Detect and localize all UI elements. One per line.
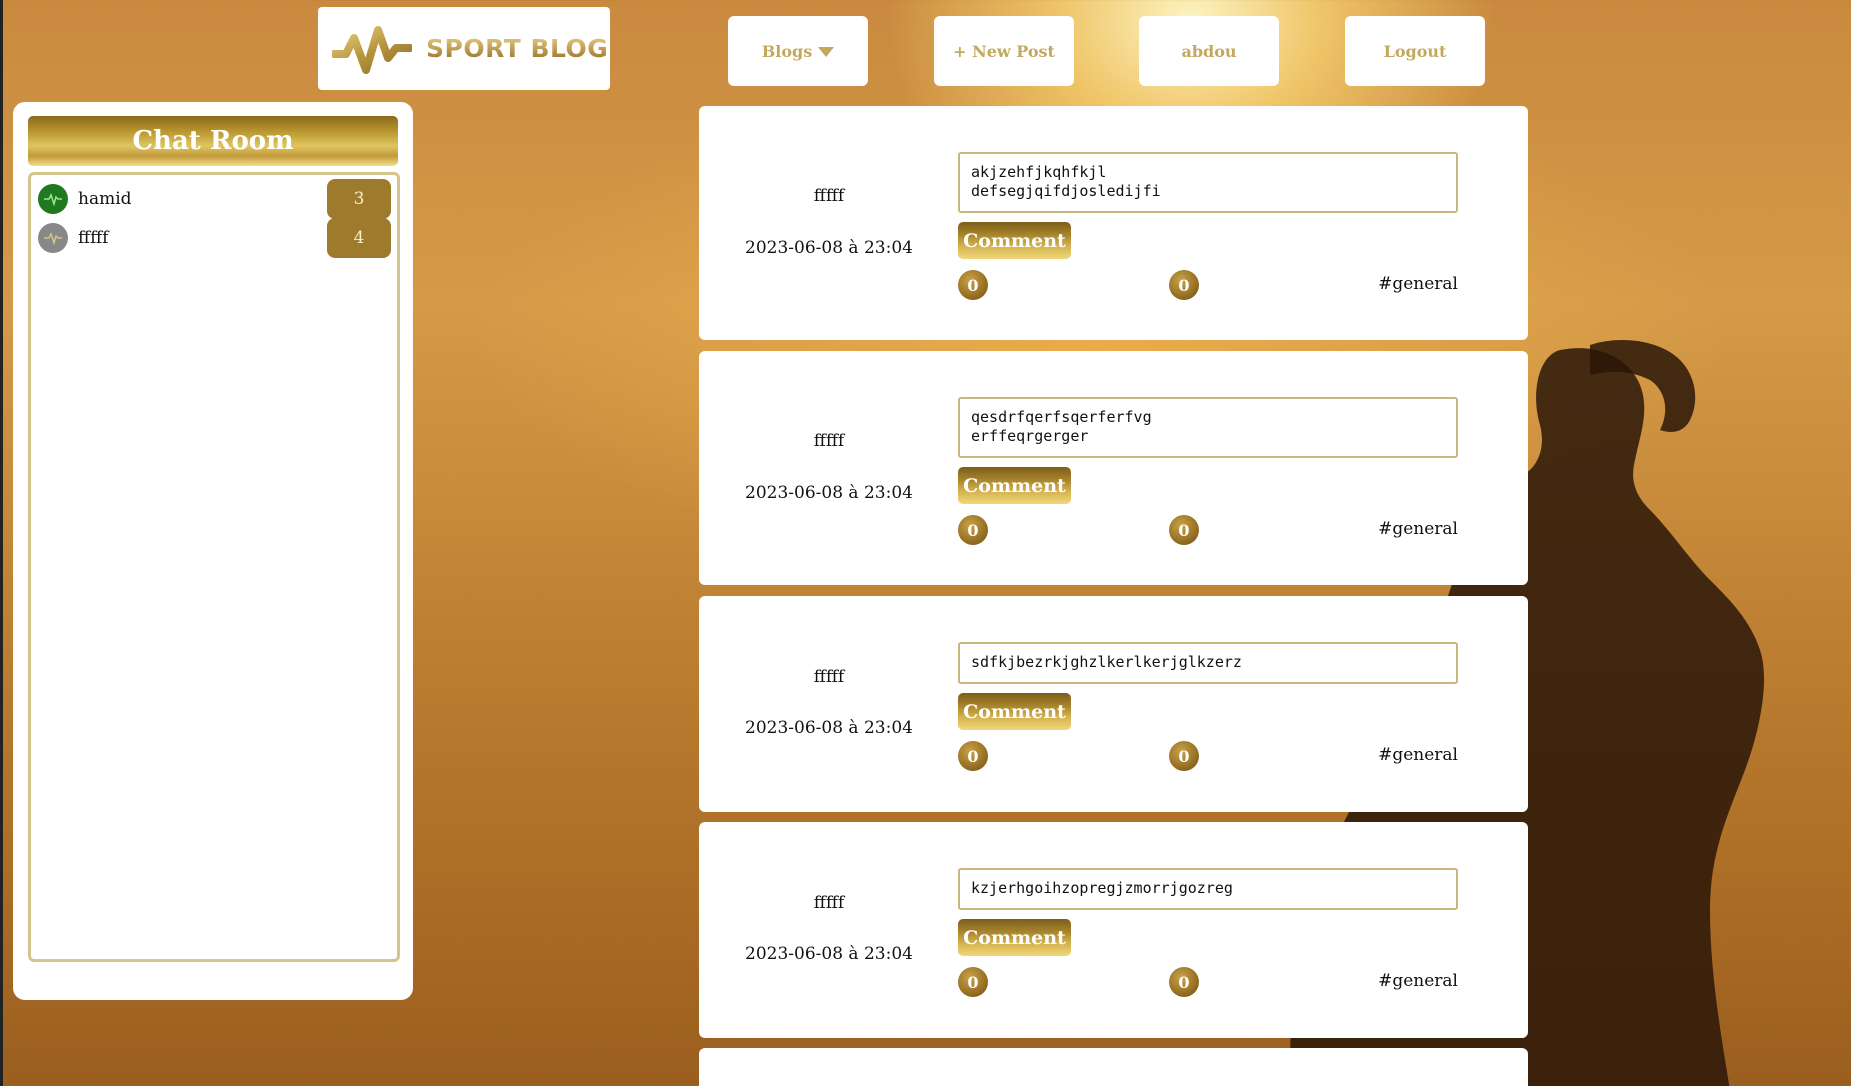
logout-label: Logout [1383, 41, 1447, 61]
post-card: fffff 2023-06-08 à 23:04 kzjerhgoihzopre… [699, 822, 1528, 1038]
post-content: kzjerhgoihzopregjzmorrjgozreg [958, 868, 1458, 910]
online-status-icon [38, 184, 68, 214]
user-name-label: abdou [1181, 41, 1237, 61]
chat-room-panel: Chat Room hamid 3 fffff 4 [13, 102, 413, 1000]
chat-user-list[interactable]: hamid 3 fffff 4 [28, 172, 400, 962]
new-post-button[interactable]: + New Post [934, 16, 1074, 86]
chat-user-hamid[interactable]: hamid 3 [35, 179, 393, 219]
logo-text: SPORT BLOG [426, 34, 609, 63]
window-edge [0, 0, 3, 1086]
post-card: fffff 2023-06-08 à 23:04 qesdrfqerfsqerf… [699, 351, 1528, 585]
post-author: fffff [813, 186, 845, 206]
chat-user-name: hamid [78, 189, 132, 209]
post-date: 2023-06-08 à 23:04 [745, 238, 913, 258]
site-logo[interactable]: SPORT BLOG [318, 7, 610, 90]
post-tag[interactable]: #general [1378, 971, 1458, 991]
chat-user-fffff[interactable]: fffff 4 [35, 218, 393, 258]
blogs-label: Blogs [761, 41, 813, 61]
unread-count-badge: 4 [327, 218, 391, 258]
like-counter[interactable]: 0 [958, 515, 988, 545]
post-card [699, 1048, 1528, 1086]
post-author: fffff [813, 893, 845, 913]
post-content: qesdrfqerfsqerferfvg erffeqrgerger [958, 397, 1458, 458]
blogs-dropdown-button[interactable]: Blogs [728, 16, 868, 86]
post-card: fffff 2023-06-08 à 23:04 sdfkjbezrkjghzl… [699, 596, 1528, 812]
post-content: akjzehfjkqhfkjl defsegjqifdjosledijfi [958, 152, 1458, 213]
post-author: fffff [813, 667, 845, 687]
dislike-counter[interactable]: 0 [1169, 741, 1199, 771]
post-content: sdfkjbezrkjghzlkerlkerjglkzerz [958, 642, 1458, 684]
user-profile-button[interactable]: abdou [1139, 16, 1279, 86]
logout-button[interactable]: Logout [1345, 16, 1485, 86]
dislike-counter[interactable]: 0 [1169, 967, 1199, 997]
new-post-label: + New Post [953, 41, 1055, 61]
post-date: 2023-06-08 à 23:04 [745, 944, 913, 964]
post-tag[interactable]: #general [1378, 274, 1458, 294]
post-date: 2023-06-08 à 23:04 [745, 483, 913, 503]
logo-wave-icon [332, 25, 412, 74]
caret-down-icon [818, 47, 835, 57]
post-tag[interactable]: #general [1378, 745, 1458, 765]
comment-button[interactable]: Comment [958, 467, 1071, 504]
like-counter[interactable]: 0 [958, 741, 988, 771]
unread-count-badge: 3 [327, 179, 391, 219]
comment-button[interactable]: Comment [958, 919, 1071, 956]
chat-room-title: Chat Room [28, 116, 398, 166]
offline-status-icon [38, 223, 68, 253]
like-counter[interactable]: 0 [958, 967, 988, 997]
post-date: 2023-06-08 à 23:04 [745, 718, 913, 738]
comment-button[interactable]: Comment [958, 693, 1071, 730]
chat-user-name: fffff [78, 228, 109, 248]
comment-button[interactable]: Comment [958, 222, 1071, 259]
dislike-counter[interactable]: 0 [1169, 270, 1199, 300]
post-card: fffff 2023-06-08 à 23:04 akjzehfjkqhfkjl… [699, 106, 1528, 340]
like-counter[interactable]: 0 [958, 270, 988, 300]
post-tag[interactable]: #general [1378, 519, 1458, 539]
dislike-counter[interactable]: 0 [1169, 515, 1199, 545]
post-author: fffff [813, 431, 845, 451]
